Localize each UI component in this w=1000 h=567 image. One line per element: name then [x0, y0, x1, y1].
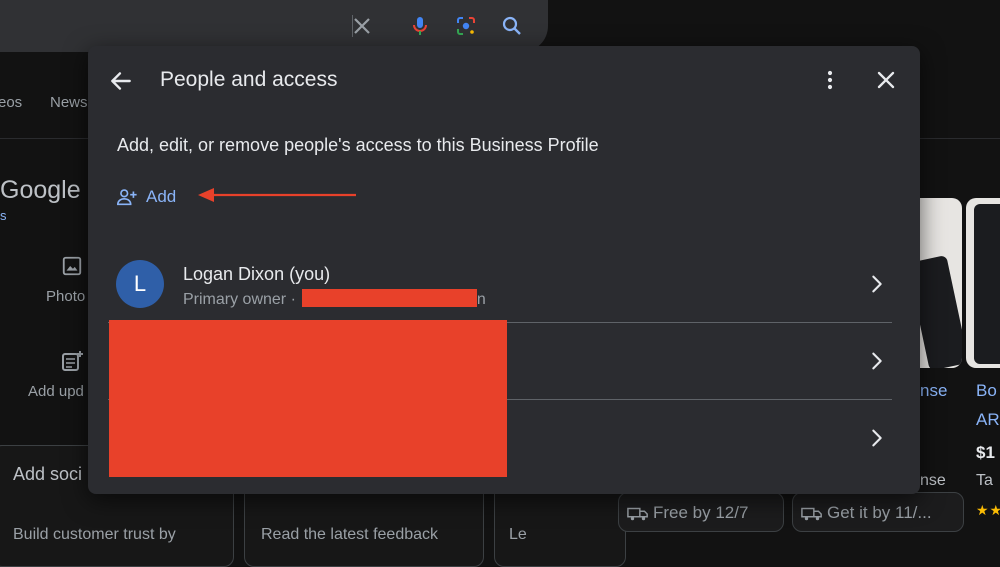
post-add-icon [62, 351, 83, 371]
avatar: L [116, 260, 164, 308]
business-subtitle-link[interactable]: s [0, 208, 7, 223]
shipping-filter-button[interactable]: Free by 12/7 [618, 492, 784, 532]
bg-card-body: Build customer trust by [13, 526, 176, 543]
add-person-label: Add [146, 187, 177, 206]
product-title-link[interactable]: nse [920, 381, 947, 401]
add-update-action-label[interactable]: Add upd [28, 383, 84, 400]
clear-icon[interactable] [350, 14, 374, 38]
product-title-link[interactable]: AR [976, 410, 1000, 430]
person-role-label: Primary owner · [183, 291, 296, 308]
person-name: Logan Dixon (you) [183, 264, 331, 284]
search-bar[interactable] [0, 0, 548, 52]
truck-icon [627, 507, 648, 520]
search-divider [352, 15, 353, 37]
truck-icon [801, 507, 822, 520]
shipping-filter-label: Free by 12/7 [653, 503, 749, 522]
chevron-right-icon[interactable] [866, 350, 888, 372]
tab-videos[interactable]: eos [0, 94, 22, 111]
product-image[interactable] [966, 198, 1000, 368]
person-role-tail: n [476, 291, 486, 308]
search-icon[interactable] [500, 14, 524, 38]
annotation-arrow [198, 188, 356, 202]
lens-icon[interactable] [454, 14, 478, 38]
close-icon[interactable] [874, 68, 898, 92]
person-add-icon [117, 189, 137, 206]
bg-card-body: Le [509, 526, 527, 543]
product-title-link[interactable]: Bo [976, 381, 997, 401]
redaction-block [109, 320, 507, 477]
chevron-right-icon[interactable] [866, 273, 888, 295]
product-vendor: Ta [976, 472, 993, 489]
shipping-filter-label: Get it by 11/... [827, 503, 932, 522]
photo-action-label[interactable]: Photo [46, 288, 85, 305]
redacted-email [301, 289, 477, 307]
dialog-title: People and access [160, 68, 338, 91]
product-price: $1 [976, 443, 995, 462]
product-rating: ★★ [976, 502, 1000, 518]
bg-card-title: Add soci [13, 464, 83, 484]
business-title: Google [0, 176, 81, 204]
chevron-right-icon[interactable] [866, 427, 888, 449]
shipping-filter-button[interactable]: Get it by 11/... [792, 492, 964, 532]
bg-card-body: Read the latest feedback [261, 526, 439, 543]
image-icon [62, 256, 82, 276]
person-role: Primary owner · n [183, 289, 486, 309]
more-vert-icon[interactable] [818, 68, 842, 92]
tab-news[interactable]: News [50, 94, 88, 111]
add-person-button[interactable]: Add [116, 185, 176, 209]
back-arrow-icon[interactable] [108, 68, 134, 94]
mic-icon[interactable] [408, 14, 432, 38]
product-note: nse [920, 472, 946, 489]
people-and-access-dialog: People and access Add, edit, or remove p… [88, 46, 920, 494]
dialog-description: Add, edit, or remove people's access to … [117, 135, 599, 155]
